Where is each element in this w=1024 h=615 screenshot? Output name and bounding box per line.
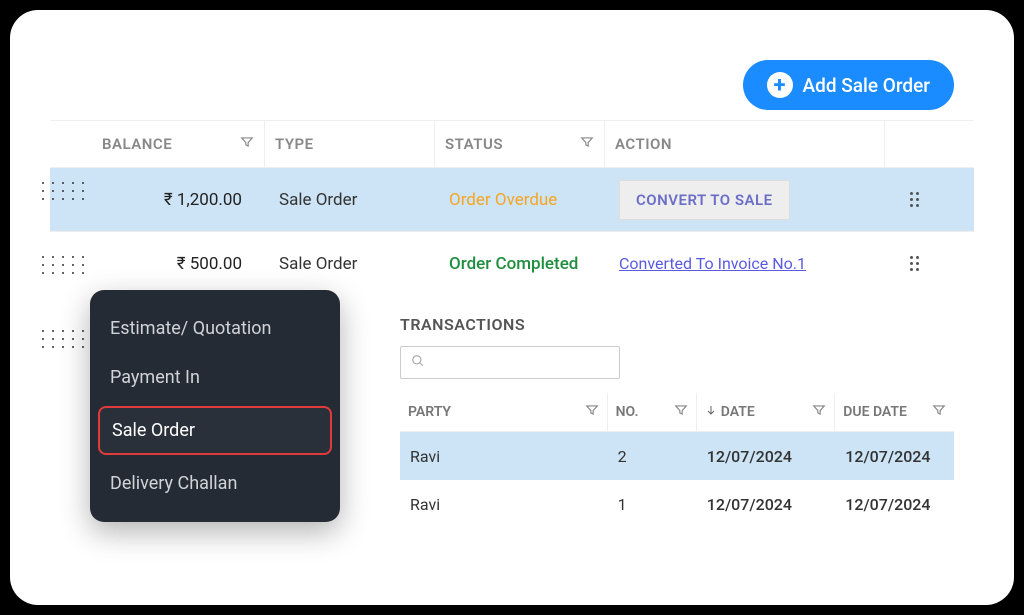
column-header-party: PARTY bbox=[400, 393, 608, 431]
plus-icon: + bbox=[767, 72, 793, 98]
column-label: DATE bbox=[721, 404, 755, 420]
add-button-label: Add Sale Order bbox=[803, 74, 930, 97]
drag-handle-icon[interactable] bbox=[42, 256, 84, 274]
orders-table: BALANCE TYPE STATUS ACTION ₹ 1,200.00 Sa… bbox=[50, 120, 974, 295]
menu-item-payment-in[interactable]: Payment In bbox=[90, 353, 340, 402]
transactions-panel: TRANSACTIONS PARTY NO. DATE DUE bbox=[400, 315, 954, 528]
column-header-due-date: DUE DATE bbox=[835, 393, 954, 431]
search-icon bbox=[411, 353, 425, 372]
drag-handle-icon[interactable] bbox=[42, 330, 84, 348]
convert-to-sale-button[interactable]: CONVERT TO SALE bbox=[619, 180, 790, 220]
cell-no: 1 bbox=[608, 480, 697, 528]
filter-icon[interactable] bbox=[585, 403, 599, 421]
column-label: DUE DATE bbox=[843, 404, 907, 420]
column-header-menu bbox=[885, 121, 945, 167]
column-label: STATUS bbox=[445, 135, 503, 153]
cell-type: Sale Order bbox=[265, 168, 435, 231]
cell-due-date: 12/07/2024 bbox=[835, 432, 954, 480]
column-label: BALANCE bbox=[102, 135, 172, 153]
cell-due-date: 12/07/2024 bbox=[835, 480, 954, 528]
orders-table-header: BALANCE TYPE STATUS ACTION bbox=[50, 120, 974, 167]
cell-no: 2 bbox=[608, 432, 697, 480]
cell-date: 12/07/2024 bbox=[697, 480, 836, 528]
menu-item-estimate[interactable]: Estimate/ Quotation bbox=[90, 304, 340, 353]
column-header-type: TYPE bbox=[265, 121, 435, 167]
sale-type-popup-menu: Estimate/ Quotation Payment In Sale Orde… bbox=[90, 290, 340, 522]
column-header-no: NO. bbox=[608, 393, 697, 431]
cell-party: Ravi bbox=[400, 480, 608, 528]
menu-item-sale-order[interactable]: Sale Order bbox=[98, 406, 332, 455]
filter-icon[interactable] bbox=[580, 135, 594, 153]
column-label: TYPE bbox=[275, 135, 314, 153]
column-header-action: ACTION bbox=[605, 121, 885, 167]
search-input[interactable] bbox=[433, 355, 611, 371]
status-badge: Order Overdue bbox=[449, 190, 557, 210]
filter-icon[interactable] bbox=[674, 403, 688, 421]
row-menu-button[interactable] bbox=[885, 168, 945, 231]
column-header-status: STATUS bbox=[435, 121, 605, 167]
drag-dots-icon bbox=[910, 192, 919, 207]
transaction-row[interactable]: Ravi 1 12/07/2024 12/07/2024 bbox=[400, 480, 954, 528]
drag-handle-icon[interactable] bbox=[42, 182, 84, 200]
filter-icon[interactable] bbox=[240, 135, 254, 153]
column-label: PARTY bbox=[408, 404, 451, 420]
table-row[interactable]: ₹ 500.00 Sale Order Order Completed Conv… bbox=[50, 231, 974, 295]
row-drag-handles bbox=[42, 182, 84, 348]
drag-dots-icon bbox=[910, 256, 919, 271]
search-box[interactable] bbox=[400, 346, 620, 379]
table-row[interactable]: ₹ 1,200.00 Sale Order Order Overdue CONV… bbox=[50, 167, 974, 231]
cell-type: Sale Order bbox=[265, 232, 435, 295]
converted-invoice-link[interactable]: Converted To Invoice No.1 bbox=[619, 254, 806, 273]
add-sale-order-button[interactable]: + Add Sale Order bbox=[743, 60, 954, 110]
row-menu-button[interactable] bbox=[885, 232, 945, 295]
column-header-balance: BALANCE bbox=[50, 121, 265, 167]
status-badge: Order Completed bbox=[449, 254, 578, 274]
column-label: NO. bbox=[616, 404, 639, 420]
sort-arrow-icon bbox=[705, 404, 717, 420]
column-header-date[interactable]: DATE bbox=[697, 393, 836, 431]
column-label: ACTION bbox=[615, 135, 672, 153]
menu-item-delivery-challan[interactable]: Delivery Challan bbox=[90, 459, 340, 508]
cell-party: Ravi bbox=[400, 432, 608, 480]
filter-icon[interactable] bbox=[812, 403, 826, 421]
transaction-row[interactable]: Ravi 2 12/07/2024 12/07/2024 bbox=[400, 432, 954, 480]
transactions-title: TRANSACTIONS bbox=[400, 315, 954, 334]
filter-icon[interactable] bbox=[932, 403, 946, 421]
cell-date: 12/07/2024 bbox=[697, 432, 836, 480]
app-window: + Add Sale Order BALANCE TYPE STATUS ACT… bbox=[10, 10, 1014, 605]
transactions-header: PARTY NO. DATE DUE DATE bbox=[400, 393, 954, 432]
